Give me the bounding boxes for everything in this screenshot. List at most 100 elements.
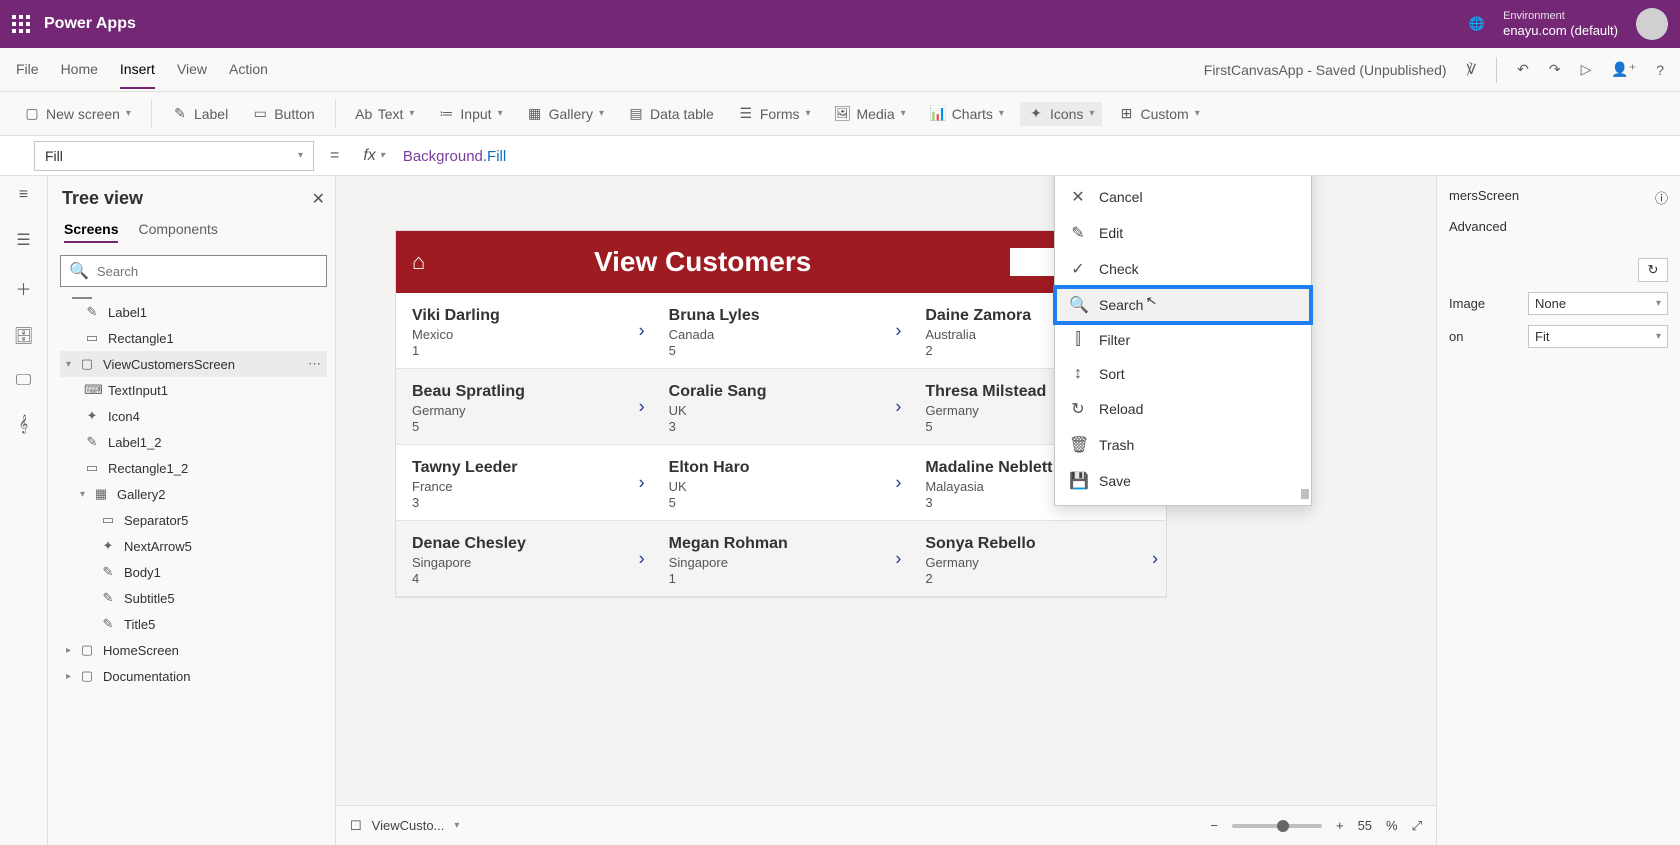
dd-item-filter[interactable]: ⫿Filter — [1055, 323, 1311, 357]
insert-icon[interactable]: ＋ — [15, 276, 31, 300]
zoom-in-button[interactable]: + — [1336, 818, 1344, 833]
refresh-button[interactable]: ↻ — [1638, 258, 1668, 282]
app-launcher-icon[interactable] — [12, 15, 30, 33]
info-icon[interactable]: ⓘ — [1655, 188, 1668, 207]
tree-item-label1-2[interactable]: ✎Label1_2 — [60, 429, 327, 455]
chevron-right-icon[interactable]: › — [895, 548, 901, 569]
tree-item-rectangle1-2[interactable]: ▭Rectangle1_2 — [60, 455, 327, 481]
chevron-right-icon[interactable]: ▸ — [66, 645, 71, 656]
chevron-right-icon[interactable]: ▸ — [66, 671, 71, 682]
canvas-preview[interactable]: ⌂ View Customers Viki DarlingMexico1›Bru… — [396, 231, 1166, 597]
advanced-tools-icon[interactable]: 𝄞 — [19, 416, 28, 434]
undo-icon[interactable]: ↶ — [1517, 61, 1529, 78]
insert-label-button[interactable]: ✎ Label — [164, 102, 236, 126]
tree-item-separator5[interactable]: ▭Separator5 — [60, 507, 327, 533]
chevron-right-icon[interactable]: › — [639, 396, 645, 417]
menu-home[interactable]: Home — [61, 51, 98, 89]
media-panel-icon[interactable]: 🖵 — [16, 372, 31, 390]
gallery-cell[interactable]: Bruna LylesCanada5› — [653, 293, 910, 368]
menu-action[interactable]: Action — [229, 51, 268, 89]
gallery-cell[interactable]: Viki DarlingMexico1› — [396, 293, 653, 368]
hamburger-icon[interactable]: ≡ — [19, 186, 28, 204]
gallery-cell[interactable]: Tawny LeederFrance3› — [396, 445, 653, 520]
chevron-right-icon[interactable]: › — [639, 320, 645, 341]
insert-datatable-button[interactable]: ▤ Data table — [620, 102, 722, 126]
breadcrumb[interactable]: ViewCusto... — [372, 818, 445, 833]
help-icon[interactable]: ? — [1656, 62, 1664, 78]
app-checker-icon[interactable]: ℣ — [1467, 61, 1477, 78]
chevron-right-icon[interactable]: › — [895, 320, 901, 341]
insert-text-button[interactable]: Ab Text ▾ — [348, 102, 423, 126]
dd-item-sort[interactable]: ↕Sort — [1055, 357, 1311, 391]
insert-custom-button[interactable]: ⊞ Custom ▾ — [1110, 102, 1207, 126]
zoom-out-button[interactable]: − — [1210, 818, 1218, 833]
tree-item-label1[interactable]: ✎Label1 — [60, 299, 327, 325]
avatar[interactable] — [1636, 8, 1668, 40]
tree-search[interactable]: 🔍 — [60, 255, 327, 287]
checkbox-icon[interactable]: ☐ — [350, 818, 362, 834]
insert-icons-button[interactable]: ✦ Icons ▾ — [1020, 102, 1103, 126]
environment-picker[interactable]: Environment enayu.com (default) — [1503, 10, 1618, 39]
chevron-down-icon[interactable]: ▾ — [66, 359, 71, 370]
gallery-cell[interactable]: Denae ChesleySingapore4› — [396, 521, 653, 596]
chevron-down-icon[interactable]: ▾ — [80, 489, 85, 500]
tree-item-rectangle1[interactable]: ▭Rectangle1 — [60, 325, 327, 351]
insert-forms-button[interactable]: ☰ Forms ▾ — [730, 102, 819, 126]
insert-media-button[interactable]: 🖼 Media ▾ — [827, 102, 914, 126]
dd-item-reload[interactable]: ↻Reload — [1055, 391, 1311, 427]
dd-item-search[interactable]: 🔍Search — [1055, 287, 1311, 323]
tree-item-body1[interactable]: ✎Body1 — [60, 559, 327, 585]
tree-item-documentation[interactable]: ▸▢Documentation — [60, 663, 327, 689]
new-screen-button[interactable]: ▢ New screen ▾ — [16, 102, 139, 126]
prop-position-select[interactable]: Fit▾ — [1528, 325, 1668, 348]
chevron-right-icon[interactable]: › — [895, 472, 901, 493]
scrollbar[interactable] — [1301, 489, 1309, 499]
dd-item-trash[interactable]: 🗑Trash — [1055, 427, 1311, 463]
tab-screens[interactable]: Screens — [64, 221, 118, 243]
tree-search-input[interactable] — [97, 264, 318, 279]
dd-item-save[interactable]: 💾Save — [1055, 463, 1311, 499]
insert-button-button[interactable]: ▭ Button — [244, 102, 322, 126]
fx-label[interactable]: fx▾ — [355, 147, 392, 165]
tree-item-title5[interactable]: ✎Title5 — [60, 611, 327, 637]
data-icon[interactable]: 🗄 — [13, 326, 33, 346]
dd-item-cancel[interactable]: ✕Cancel — [1055, 179, 1311, 215]
tree-item-homescreen[interactable]: ▸▢HomeScreen — [60, 637, 327, 663]
dd-item-edit[interactable]: ✎Edit — [1055, 215, 1311, 251]
formula-input[interactable]: Background.Fill — [403, 147, 506, 165]
gallery-cell[interactable]: Megan RohmanSingapore1› — [653, 521, 910, 596]
gallery-cell[interactable]: Elton HaroUK5› — [653, 445, 910, 520]
tab-components[interactable]: Components — [138, 221, 217, 243]
chevron-right-icon[interactable]: › — [639, 548, 645, 569]
tree-view-icon[interactable]: ☰ — [16, 230, 30, 250]
gallery-cell[interactable]: Coralie SangUK3› — [653, 369, 910, 444]
insert-gallery-button[interactable]: ▦ Gallery ▾ — [519, 102, 612, 126]
prop-image-select[interactable]: None▾ — [1528, 292, 1668, 315]
chevron-down-icon[interactable]: ▾ — [454, 820, 459, 831]
zoom-slider[interactable] — [1232, 824, 1322, 828]
menu-insert[interactable]: Insert — [120, 51, 155, 89]
menu-file[interactable]: File — [16, 51, 39, 89]
tree-item-icon4[interactable]: ✦Icon4 — [60, 403, 327, 429]
gallery-cell[interactable]: Sonya RebelloGermany2› — [909, 521, 1166, 596]
share-icon[interactable]: 👤⁺ — [1611, 61, 1636, 78]
fit-icon[interactable]: ⤢ — [1412, 818, 1422, 834]
chevron-right-icon[interactable]: › — [895, 396, 901, 417]
more-icon[interactable]: ⋯ — [308, 356, 323, 372]
gallery-cell[interactable]: Beau SpratlingGermany5› — [396, 369, 653, 444]
tree-item-nextarrow5[interactable]: ✦NextArrow5 — [60, 533, 327, 559]
dd-item-check[interactable]: ✓Check — [1055, 251, 1311, 287]
insert-input-button[interactable]: ≔ Input ▾ — [430, 102, 510, 126]
play-icon[interactable]: ▷ — [1581, 61, 1592, 78]
chevron-right-icon[interactable]: › — [1152, 548, 1158, 569]
tab-advanced[interactable]: Advanced — [1449, 219, 1507, 234]
menu-view[interactable]: View — [177, 51, 207, 89]
insert-charts-button[interactable]: 📊 Charts ▾ — [922, 102, 1012, 126]
tree-item-subtitle5[interactable]: ✎Subtitle5 — [60, 585, 327, 611]
tree-item-viewcustomersscreen[interactable]: ▾▢ViewCustomersScreen⋯ — [60, 351, 327, 377]
property-selector[interactable]: Fill ▾ — [34, 141, 314, 171]
tree-item-gallery2[interactable]: ▾▦Gallery2 — [60, 481, 327, 507]
tree-item-textinput1[interactable]: ⌨TextInput1 — [60, 377, 327, 403]
close-icon[interactable]: ✕ — [312, 189, 325, 209]
redo-icon[interactable]: ↷ — [1549, 61, 1561, 78]
